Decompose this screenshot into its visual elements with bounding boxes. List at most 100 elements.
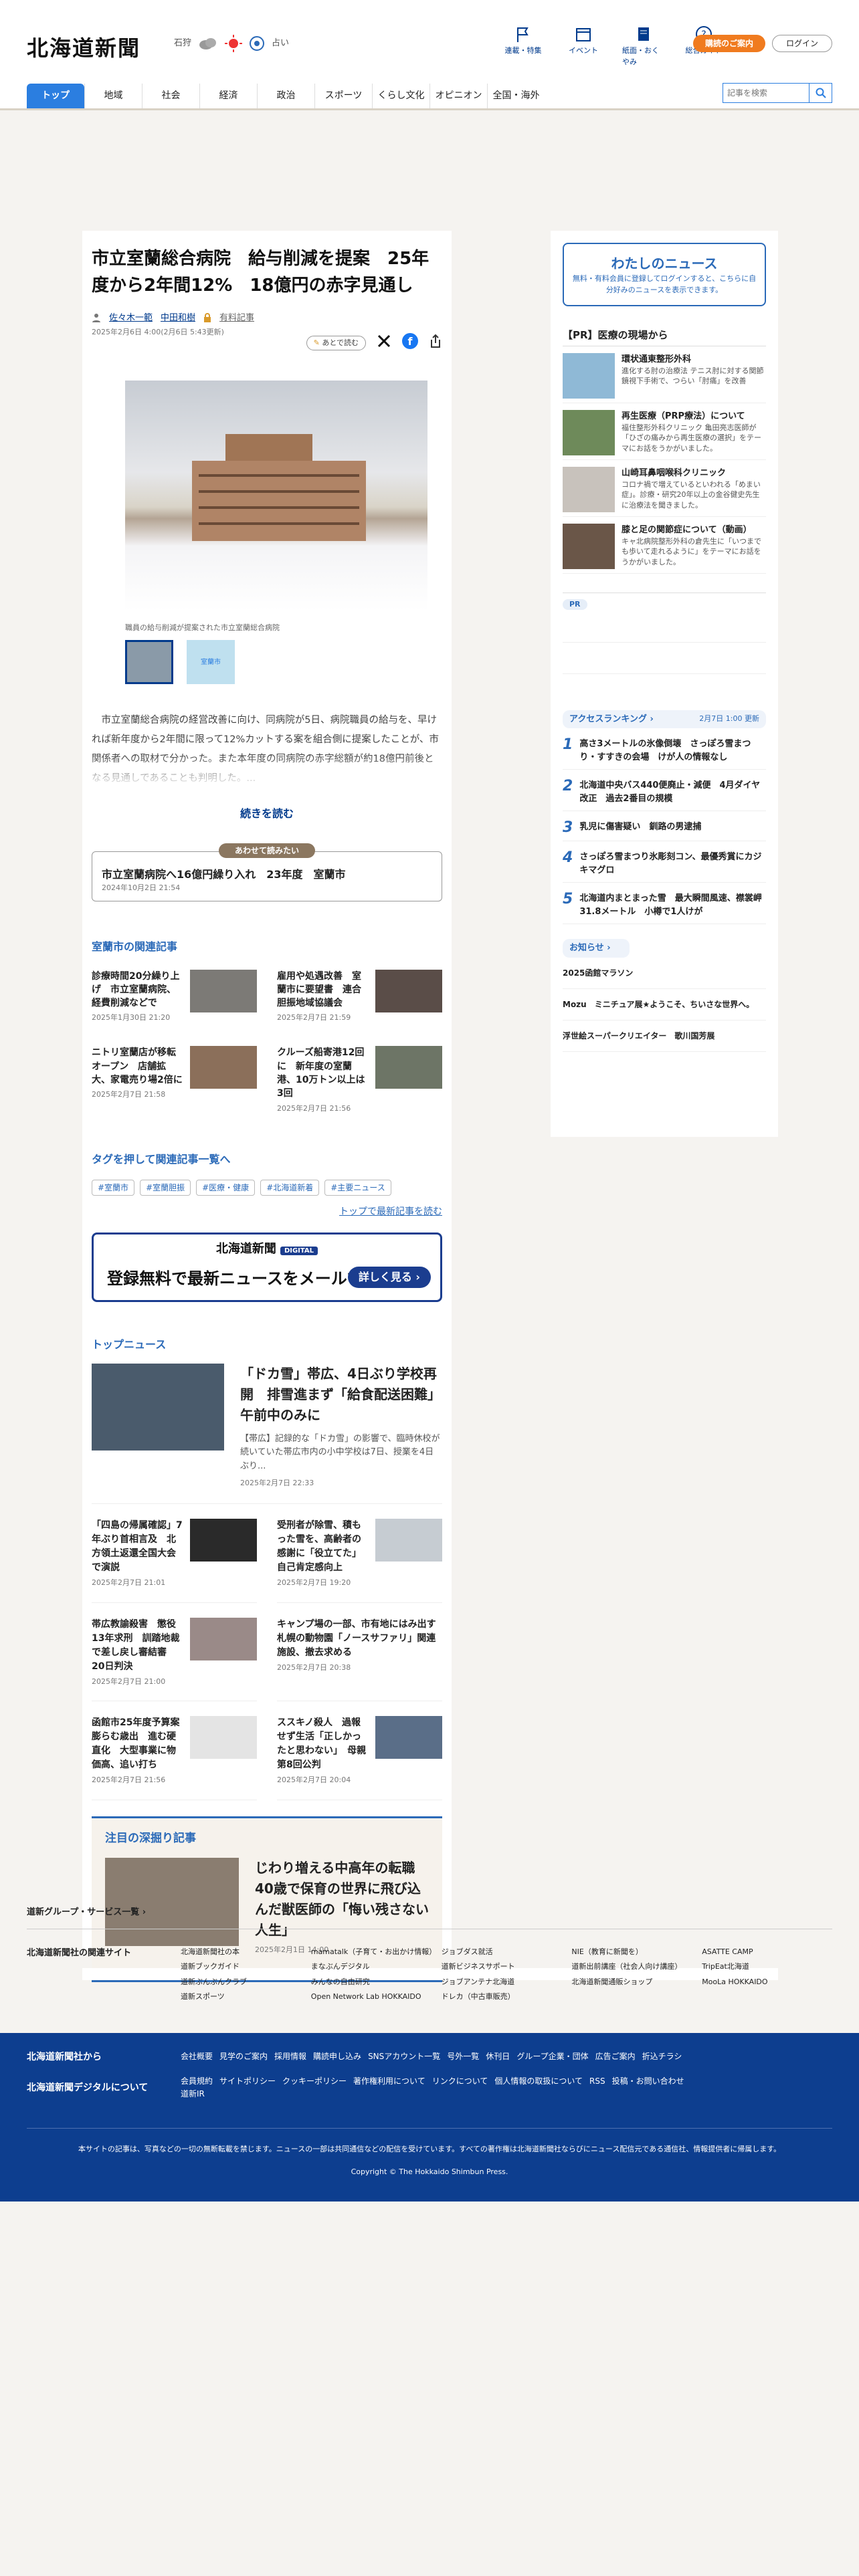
services-heading[interactable]: 道新グループ・サービス一覧 ›	[27, 1906, 832, 1929]
pr-item[interactable]: 再生医療（PRP療法）について 福住整形外科クリニック 亀田亮志医師が「ひざの痛み…	[563, 409, 766, 460]
tab-economy[interactable]: 経済	[199, 84, 257, 108]
site-link[interactable]: Open Network Lab HOKKAIDO	[311, 1992, 442, 2003]
read-more-link[interactable]: 続きを読む	[92, 806, 442, 822]
footer-link[interactable]: RSS	[589, 2075, 605, 2088]
footer-link[interactable]: 投稿・お問い合わせ	[612, 2075, 684, 2088]
x-share-button[interactable]	[377, 334, 391, 353]
notice-item[interactable]: Mozu ミニチュア展★ようこそ、ちいさな世界へ。	[563, 989, 766, 1021]
site-link[interactable]: ASATTE CAMP	[702, 1947, 832, 1958]
site-link[interactable]: ジョブアンテナ北海道	[442, 1977, 572, 1988]
footer-link[interactable]: 採用情報	[274, 2050, 306, 2063]
topnews-item[interactable]: 受刑者が除雪、積もった雪を、高齢者の感謝に「役立てた」 自己肯定感向上 2025年…	[277, 1504, 442, 1603]
site-link[interactable]: 北海道新聞通販ショップ	[571, 1977, 702, 1988]
tab-national[interactable]: 全国・海外	[487, 84, 545, 108]
footer-link[interactable]: 広告ご案内	[595, 2050, 636, 2063]
topnews-item[interactable]: 「四島の帰属確認」7年ぶり首相言及 北方領土返還全国大会で演説 2025年2月7日…	[92, 1504, 257, 1603]
footer-link[interactable]: 個人情報の取扱について	[494, 2075, 583, 2088]
related-item[interactable]: クルーズ船寄港12回に 新年度の室蘭港、10万トン以上は3回 2025年2月7日 …	[277, 1046, 442, 1113]
site-link[interactable]: 道新出前講座（社会人向け講座）	[571, 1961, 702, 1973]
site-link[interactable]: 道新ビジネスサポート	[442, 1961, 572, 1973]
tab-politics[interactable]: 政治	[257, 84, 314, 108]
article-photo[interactable]	[125, 380, 427, 611]
ranking-item[interactable]: 2 北海道中央バス440便廃止・減便 4月ダイヤ改正 過去2番目の規模	[563, 770, 766, 811]
map-thumbnail[interactable]: 室蘭市	[187, 640, 235, 685]
footer-link[interactable]: SNSアカウント一覧	[368, 2050, 440, 2063]
footer-link[interactable]: サイトポリシー	[219, 2075, 276, 2088]
site-link[interactable]: NIE（教育に新聞を）	[571, 1947, 702, 1958]
search-button[interactable]	[809, 83, 832, 103]
read-later-button[interactable]: ✎ あとで読む	[306, 335, 366, 351]
footer-link[interactable]: 号外一覧	[447, 2050, 479, 2063]
search-input[interactable]	[723, 83, 809, 103]
read-together-box[interactable]: あわせて読みたい 市立室蘭病院へ16億円繰り入れ 23年度 室蘭市 2024年1…	[92, 843, 442, 901]
notice-heading[interactable]: お知らせ ›	[563, 939, 630, 958]
tab-opinion[interactable]: オピニオン	[430, 84, 487, 108]
topnews-item[interactable]: 函館市25年度予算案 膨らむ歳出 進む硬直化 大型事業に物価高、追い打ち 2025…	[92, 1701, 257, 1800]
pr-item[interactable]: 膝と足の関節症について（動画） キャ北病院整形外科の倉先生に「いつまでも歩いて走れ…	[563, 523, 766, 574]
footer-link[interactable]: 休刊日	[486, 2050, 510, 2063]
footer-link[interactable]: 道新IR	[181, 2088, 205, 2101]
footer-link[interactable]: グループ企業・団体	[516, 2050, 588, 2063]
footer-link[interactable]: 著作権利用について	[353, 2075, 425, 2088]
banner-button[interactable]: 詳しく見る ›	[347, 1266, 431, 1288]
my-news-box[interactable]: わたしのニュース 無料・有料会員に登録してログインすると、こちらに自分好みのニュ…	[563, 243, 766, 306]
ranking-item[interactable]: 5 北海道内まとまった雪 最大瞬間風速、襟裳岬31.8メートル 小樽で1人けが	[563, 883, 766, 924]
facebook-share-button[interactable]: f	[402, 332, 418, 354]
topnews-item[interactable]: キャンプ場の一部、市有地にはみ出す 札幌の動物園「ノースサファリ」関連施設、撤去…	[277, 1603, 446, 1702]
tab-sports[interactable]: スポーツ	[314, 84, 372, 108]
footer-link[interactable]: 折込チラシ	[642, 2050, 682, 2063]
nav-events[interactable]: イベント	[562, 25, 605, 68]
site-link[interactable]: 北海道新聞社の本	[181, 1947, 311, 1958]
login-button[interactable]: ログイン	[771, 35, 832, 52]
top-latest-link[interactable]: トップで最新記事を読む	[92, 1205, 442, 1219]
author-link-1[interactable]: 佐々木一範	[109, 312, 153, 325]
share-button[interactable]	[429, 334, 442, 353]
deep-dive-heading[interactable]: 注目の深掘り記事	[105, 1830, 429, 1848]
site-link[interactable]: まなぶんデジタル	[311, 1961, 442, 1973]
site-link[interactable]: ドレカ（中古車販売）	[442, 1992, 572, 2003]
ranking-item[interactable]: 4 さっぽろ雪まつり氷彫刻コン、最優秀賞にカジキマグロ	[563, 841, 766, 883]
weather-widget[interactable]: 石狩 占い	[174, 35, 289, 52]
footer-link[interactable]: クッキーポリシー	[282, 2075, 347, 2088]
topnews-main[interactable]: 「ドカ雪」帯広、4日ぶり学校再開 排雪進まず「給食配送困難」 午前中のみに 【帯…	[92, 1363, 448, 1505]
tag-item[interactable]: #主要ニュース	[324, 1179, 391, 1196]
tab-culture[interactable]: くらし文化	[372, 84, 430, 108]
site-link[interactable]: mamatalk（子育て・お出かけ情報）	[311, 1947, 442, 1958]
site-link[interactable]: 道新ブックガイド	[181, 1961, 311, 1973]
newsletter-banner[interactable]: 北海道新聞 DIGITAL 登録無料で最新ニュースをメールでお届け 詳しく見る ›	[92, 1232, 442, 1302]
tab-society[interactable]: 社会	[142, 84, 199, 108]
author-link-2[interactable]: 中田和樹	[161, 312, 195, 325]
footer-link[interactable]: 購読申し込み	[313, 2050, 361, 2063]
site-link[interactable]: ジョブダス就活	[442, 1947, 572, 1958]
footer-link[interactable]: 会員規約	[181, 2075, 213, 2088]
site-link[interactable]: みんなの自由研究	[311, 1977, 442, 1988]
notice-item[interactable]: 2025函館マラソン	[563, 958, 766, 989]
subscribe-button[interactable]: 購読のご案内	[692, 35, 765, 52]
footer-link[interactable]: リンクについて	[432, 2075, 488, 2088]
tag-item[interactable]: #北海道新着	[260, 1179, 320, 1196]
ranking-item[interactable]: 3 乳児に傷害疑い 釧路の男逮捕	[563, 811, 766, 841]
related-item[interactable]: 雇用や処遇改善 室蘭市に要望書 連合胆振地域協議会 2025年2月7日 21:59	[277, 969, 442, 1024]
tag-item[interactable]: #医療・健康	[196, 1179, 256, 1196]
related-item[interactable]: 診療時間20分繰り上げ 市立室蘭病院、経費削減などで 2025年1月30日 21:…	[92, 969, 257, 1024]
site-link[interactable]: 道新ぶんぶんクラブ	[181, 1977, 311, 1988]
site-logo[interactable]: 北海道新聞	[27, 32, 140, 64]
nav-series[interactable]: 連載・特集	[502, 25, 545, 68]
tab-region[interactable]: 地域	[84, 84, 142, 108]
site-link[interactable]: TripEat北海道	[702, 1961, 832, 1973]
ranking-heading[interactable]: アクセスランキング ›	[569, 713, 654, 726]
nav-paper[interactable]: 紙面・おくやみ	[622, 25, 665, 68]
tag-item[interactable]: #室蘭胆振	[140, 1179, 191, 1196]
footer-link[interactable]: 会社概要	[181, 2050, 213, 2063]
tag-item[interactable]: #室蘭市	[92, 1179, 135, 1196]
photo-thumbnail-1[interactable]	[125, 640, 173, 685]
site-link[interactable]: 道新スポーツ	[181, 1992, 311, 2003]
topnews-item[interactable]: 帯広教諭殺害 懲役13年求刑 訓踏地裁で差し戻し審結審 20日判決 2025年2月…	[92, 1603, 257, 1702]
topnews-item[interactable]: ススキノ殺人 過報せず生活「正しかったと思わない」 母親第8回公判 2025年2月…	[277, 1701, 442, 1800]
ranking-item[interactable]: 1 高さ3メートルの氷像倒壊 さっぽろ雪まつり・すすきの会場 けが人の情報なし	[563, 728, 766, 770]
pr-item[interactable]: 山崎耳鼻咽喉科クリニック コロナ禍で増えているといわれる「めまい症」。診療・研究2…	[563, 466, 766, 517]
footer-link[interactable]: 見学のご案内	[219, 2050, 268, 2063]
related-item[interactable]: ニトリ室蘭店が移転オープン 店舗拡大、家電売り場2倍に 2025年2月7日 21:…	[92, 1046, 257, 1113]
site-link[interactable]: MooLa HOKKAIDO	[702, 1977, 832, 1988]
pr-item[interactable]: 環状通東整形外科 進化する肘の治療法 テニス肘に対する関節鏡視下手術で、つらい「肘…	[563, 352, 766, 403]
